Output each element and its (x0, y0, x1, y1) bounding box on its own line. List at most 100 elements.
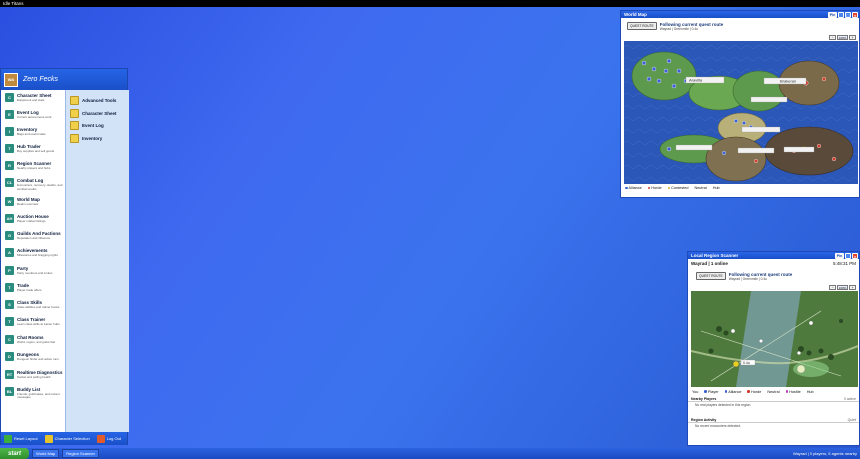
legend-item-horde[interactable]: Horde (747, 390, 761, 394)
start-menu-item-desc: Friends, guildmates, and instant message… (17, 391, 60, 399)
close-button[interactable]: × (852, 252, 858, 259)
pin-button[interactable]: Pin (835, 252, 844, 259)
start-menu-item-auction-house[interactable]: AH Auction House Player market listings (1, 214, 65, 231)
legend-item-hub[interactable]: Hub (807, 390, 814, 394)
legend-item-contested[interactable]: Contested (667, 186, 688, 190)
start-menu-item-trade[interactable]: T Trade Player trade offers (1, 282, 65, 300)
legend-item-alliance[interactable]: Alliance (724, 390, 741, 394)
activity-heading: Region Activity (691, 418, 717, 422)
maximize-button[interactable]: □ (845, 11, 851, 18)
quest-route-button[interactable]: QUEST ROUTE (627, 22, 657, 30)
start-menu-item-guilds-and-factions[interactable]: G Guilds And Factions Reputation and influ… (1, 231, 65, 248)
start-menu-item-desc: Party members and invites (17, 270, 53, 275)
start-menu-item-hub-trader[interactable]: T Hub Trader Buy supplies and sell goods (1, 144, 65, 161)
taskbar-button-world-map[interactable]: World Map (32, 449, 60, 458)
hub-trader-icon: T (5, 144, 14, 153)
start-menu-place-inventory[interactable]: Inventory (66, 132, 129, 145)
start-menu-item-character-sheet[interactable]: C Character Sheet Equipment and stats (1, 93, 65, 110)
legend-item-neutral[interactable]: Neutral (694, 186, 706, 190)
legend-dot-icon (647, 186, 651, 190)
legend-item-player[interactable]: Player (704, 390, 719, 394)
legend-item-horde[interactable]: Horde (647, 186, 662, 190)
start-button[interactable]: start (0, 448, 29, 459)
start-menu-item-class-trainer[interactable]: T Class Trainer Learn class skills at trai… (1, 317, 65, 335)
start-menu-item-label: Party (17, 265, 29, 271)
start-menu-item-region-scanner[interactable]: R Region Scanner Nearby players and hubs (1, 161, 65, 178)
zoom-in-button[interactable]: + (849, 35, 856, 40)
start-menu-place-label: Advanced Tools (82, 97, 117, 103)
legend-item-hostile[interactable]: Hostile (785, 390, 801, 394)
start-menu-item-achievements[interactable]: A Achievements Milestones and bragging rig… (1, 248, 65, 266)
folder-icon (70, 108, 79, 118)
legend-item-neutral[interactable]: Neutral (767, 390, 779, 394)
start-menu-item-party[interactable]: P Party Party members and invites (1, 265, 65, 283)
quest-route-button[interactable]: QUEST ROUTE (696, 272, 726, 280)
legend-dot-icon (785, 390, 789, 393)
zoom-level[interactable]: 100% (837, 35, 848, 40)
combat-log-icon: CL (5, 178, 14, 187)
start-menu-item-combat-log[interactable]: CL Combat Log Encounters, recovery, deaths… (1, 178, 65, 197)
region-scanner-window: Local Region Scanner Pin _ × Wayrad | 1 … (687, 251, 860, 446)
start-menu-place-event-log[interactable]: Event Log (66, 119, 129, 132)
start-menu-item-inventory[interactable]: I Inventory Bags and useful stats (1, 127, 65, 144)
reset-layout-button[interactable]: Reset Layout (4, 434, 38, 443)
world-map-titlebar[interactable]: World Map Pin _ □ × (621, 11, 859, 18)
quest-route-row: QUEST ROUTE Following current quest rout… (688, 268, 859, 284)
legend-item-you[interactable]: You (692, 390, 698, 394)
start-menu-programs: C Character Sheet Equipment and stats E Even… (1, 90, 65, 432)
zoom-out-button[interactable]: − (829, 285, 836, 290)
legend-label: Neutral (694, 186, 707, 190)
taskbar: start World Map Region Scanner Wayrad | … (0, 448, 860, 459)
taskbar-button-region-scanner[interactable]: Region Scanner (62, 449, 99, 458)
start-menu-item-realtime-diagnostics[interactable]: RT Realtime Diagnostics Socket and polling… (1, 369, 65, 387)
start-menu-item-label: Chat Rooms (17, 334, 44, 340)
log-out-icon (96, 434, 105, 443)
scanner-map-canvas[interactable]: 0.4u (691, 291, 858, 387)
window-title: World Map (624, 12, 647, 17)
start-menu-item-chat-rooms[interactable]: C Chat Rooms World, region, and guild chat (1, 334, 65, 353)
start-menu-item-dungeons[interactable]: D Dungeons Dungeon finder and active runs (1, 352, 65, 370)
app-title: Idle Titans (3, 1, 24, 6)
start-menu-place-label: Inventory (82, 135, 103, 141)
zoom-out-button[interactable]: − (829, 35, 836, 40)
pin-button[interactable]: Pin (828, 11, 837, 18)
scanner-titlebar[interactable]: Local Region Scanner Pin _ × (688, 252, 859, 259)
minimize-button[interactable]: _ (838, 11, 844, 18)
folder-icon (70, 121, 79, 131)
start-menu-place-advanced-tools[interactable]: Advanced Tools (66, 94, 129, 107)
avatar[interactable]: WA (4, 72, 18, 87)
folder-icon (70, 133, 79, 143)
start-menu-item-desc: Encounters, recovery, deaths, and combat… (17, 183, 63, 191)
close-button[interactable]: × (852, 11, 858, 18)
zoom-in-button[interactable]: + (849, 285, 856, 290)
start-menu-item-class-skills[interactable]: S Class Skills Class abilities and trainer… (1, 299, 65, 318)
start-menu-item-label: Class Skills (17, 299, 43, 305)
log-out-button[interactable]: Log Out (96, 434, 121, 443)
auction-house-icon: AH (5, 214, 14, 223)
start-menu-item-label: Trade (17, 282, 30, 288)
start-menu-place-label: Character Sheet (82, 110, 117, 116)
legend-item-alliance[interactable]: Alliance (625, 186, 642, 190)
start-menu-item-desc: Player market listings (17, 219, 46, 223)
app-title-bar: Idle Titans (0, 0, 860, 7)
start-menu-item-buddy-list[interactable]: BL Buddy List Friends, guildmates, and ins… (1, 386, 65, 406)
start-menu-item-desc: Class abilities and trainer books (17, 304, 60, 309)
zoom-level[interactable]: 100% (837, 285, 848, 290)
legend-label: Neutral (767, 389, 780, 394)
start-menu-item-world-map[interactable]: W World Map Realm overview (1, 197, 65, 214)
character-selection-button[interactable]: Character Selection (44, 434, 90, 443)
legend-item-hub[interactable]: Hub (713, 186, 720, 190)
start-menu-item-label: Realtime Diagnostics (17, 369, 63, 375)
world-map-canvas[interactable]: Aravilla Brakeran (624, 41, 858, 184)
legend-label: Hub (712, 186, 720, 190)
world-map-window: World Map Pin _ □ × QUEST ROUTE Followin… (620, 10, 860, 198)
legend-dot-icon (747, 390, 750, 393)
legend-dot-icon (724, 390, 728, 393)
party-icon: P (5, 265, 14, 275)
quest-subtitle: Wayrad | Greenmile | 0.4u (659, 26, 699, 31)
legend-label: Horde (651, 186, 662, 190)
start-menu-place-character-sheet[interactable]: Character Sheet (66, 107, 129, 120)
start-menu-item-event-log[interactable]: E Event Log Current autonomous work (1, 110, 65, 127)
minimize-button[interactable]: _ (845, 252, 851, 259)
buddy-list-icon: BL (5, 386, 14, 396)
